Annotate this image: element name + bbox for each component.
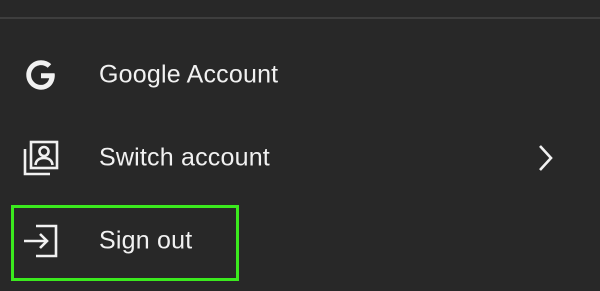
switch-account-icon	[19, 136, 63, 180]
menu-divider	[0, 17, 600, 19]
google-g-icon	[19, 53, 63, 97]
menu-item-sign-out[interactable]: Sign out	[0, 199, 600, 282]
menu-item-label: Google Account	[99, 60, 279, 88]
menu-item-label: Switch account	[99, 143, 270, 171]
menu-item-label: Sign out	[99, 226, 193, 254]
chevron-right-icon	[532, 142, 558, 174]
sign-out-icon	[19, 219, 63, 263]
menu-item-switch-account[interactable]: Switch account	[0, 116, 600, 199]
menu-item-google-account[interactable]: Google Account	[0, 33, 600, 116]
account-menu: Google Account Switch account Sign out	[0, 33, 600, 282]
